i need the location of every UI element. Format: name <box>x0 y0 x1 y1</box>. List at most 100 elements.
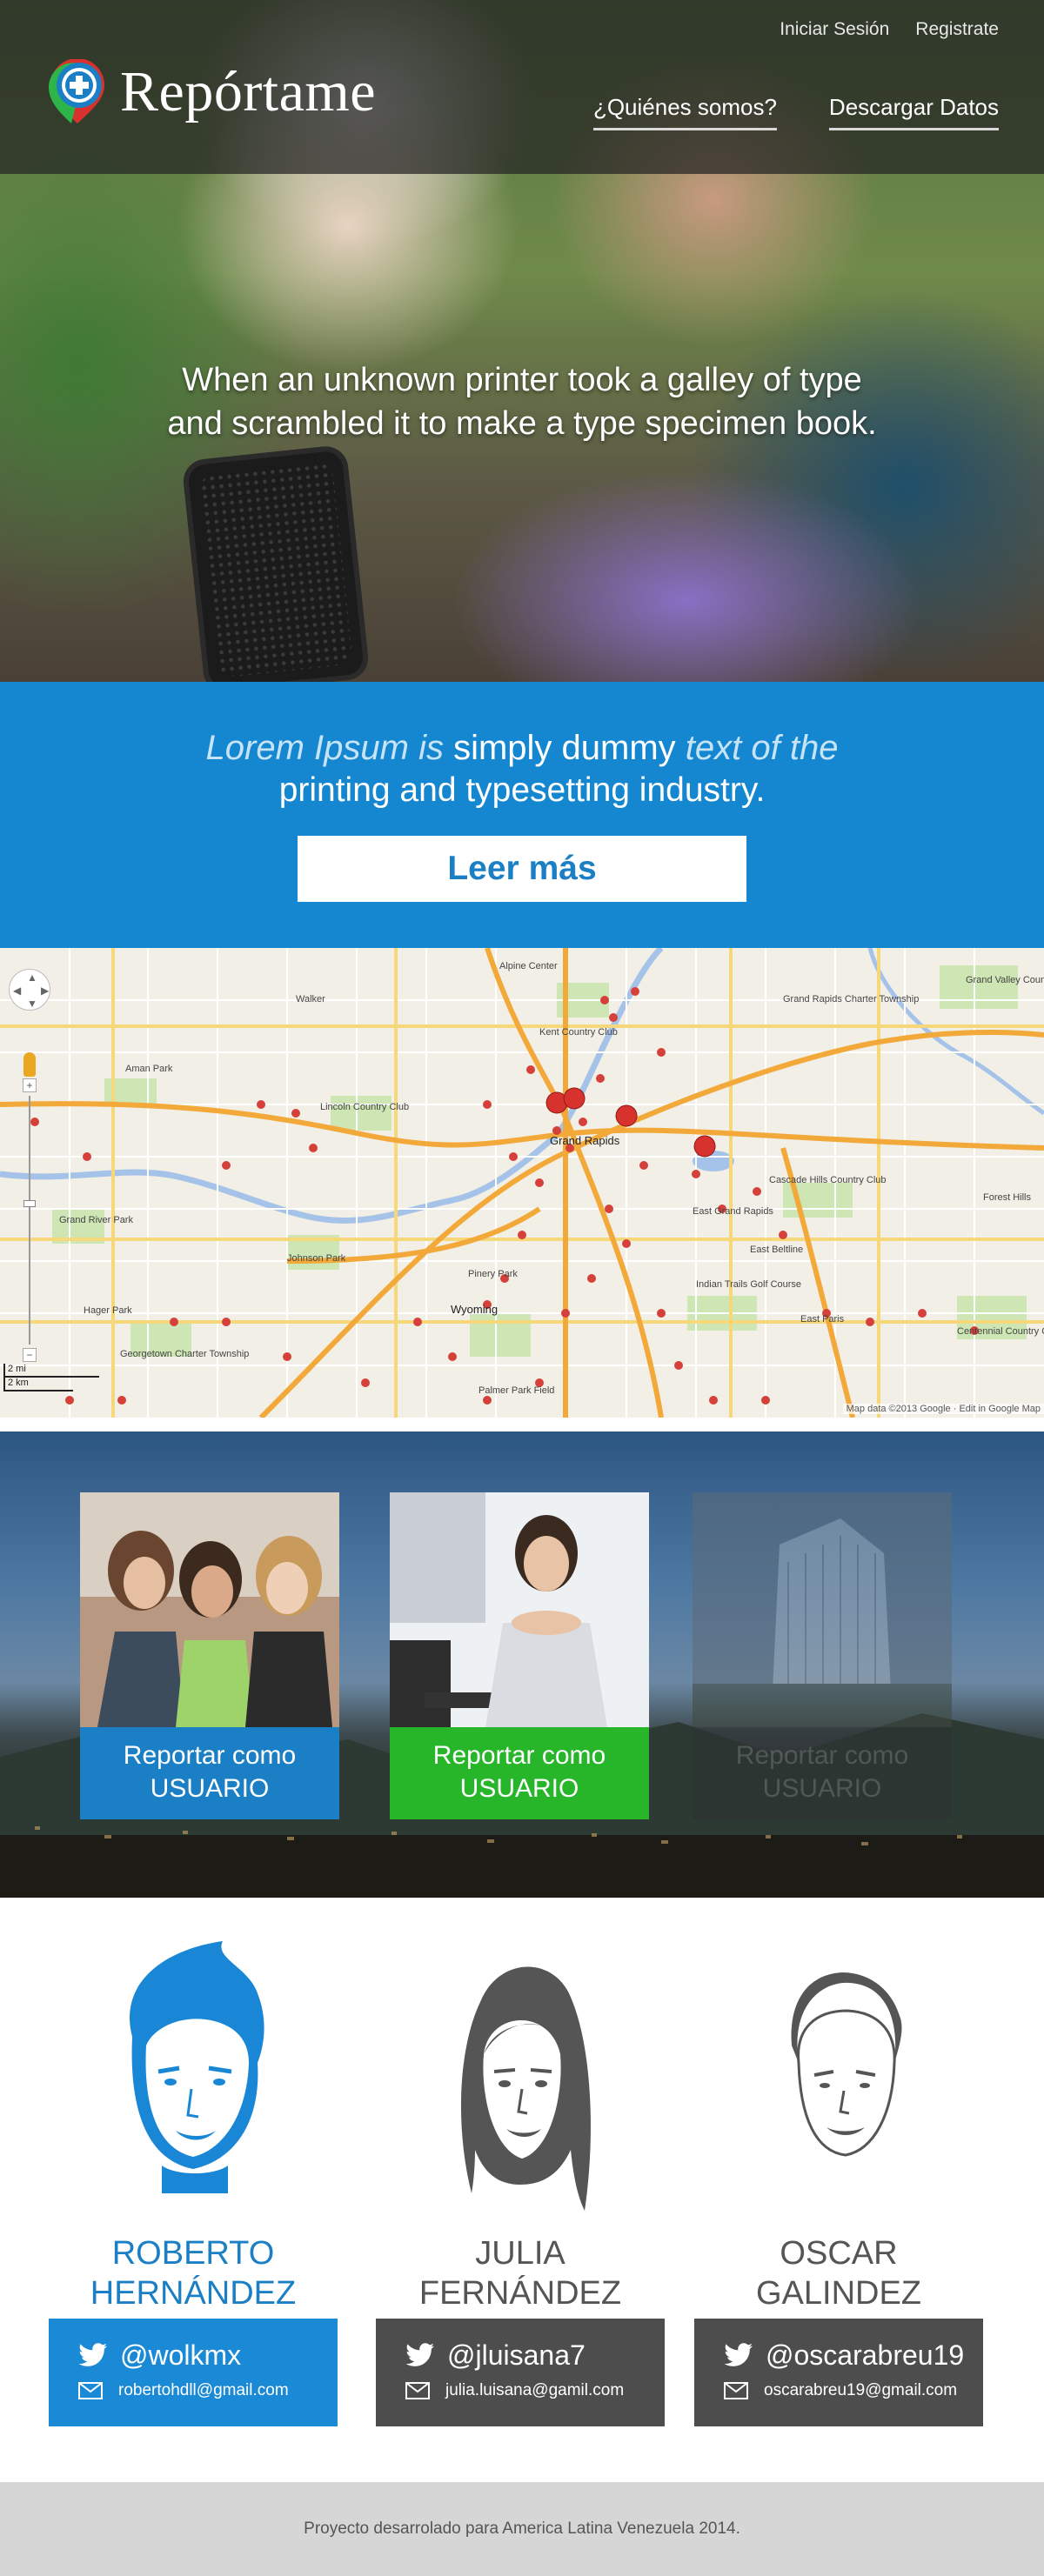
email-text: oscarabreu19@gmail.com <box>764 2381 958 2399</box>
nav-download-link[interactable]: Descargar Datos <box>828 94 999 130</box>
svg-text:Walker: Walker <box>296 994 325 1004</box>
map-attribution[interactable]: Map data ©2013 Google · Edit in Google M… <box>842 1404 1044 1414</box>
hero-phone-image <box>181 444 371 682</box>
top-navigation-bar: Repórtame Iniciar Sesión Registrate ¿Qui… <box>0 0 1044 174</box>
member-first-name: JULIA <box>475 2235 566 2272</box>
promo-line-2: printing and typesetting industry. <box>278 771 766 809</box>
roberto-portrait <box>130 1941 264 2193</box>
map-scale-mi: 2 mi <box>3 1364 99 1378</box>
member-last-name: FERNÁNDEZ <box>418 2275 622 2312</box>
logo-pin-icon <box>49 59 104 123</box>
twitter-icon <box>724 2343 753 2366</box>
svg-text:Wyoming: Wyoming <box>451 1303 498 1316</box>
report-as-user-button-1[interactable]: Reportar como USUARIO <box>80 1727 339 1819</box>
login-link[interactable]: Iniciar Sesión <box>780 19 889 40</box>
map-canvas[interactable]: Walker Grand Rapids Grand Rapids Charter… <box>0 948 1044 1418</box>
nav-about-link[interactable]: ¿Quiénes somos? <box>592 94 777 130</box>
twitter-handle-text: @jluisana7 <box>447 2339 586 2371</box>
reports-map[interactable]: Walker Grand Rapids Grand Rapids Charter… <box>0 948 1044 1418</box>
read-more-button[interactable]: Leer más <box>298 836 746 902</box>
page: Repórtame Iniciar Sesión Registrate ¿Qui… <box>0 0 1044 2576</box>
promo-band: Lorem Ipsum is simply dummy text of the … <box>0 682 1044 948</box>
email-text: julia.luisana@gamil.com <box>445 2381 625 2399</box>
brand-name: Repórtame <box>120 60 377 123</box>
promo-part-2: text of the <box>675 729 839 767</box>
member-first-name: ROBERTO <box>111 2235 275 2272</box>
svg-text:Palmer Park Field: Palmer Park Field <box>478 1385 554 1396</box>
map-zoom-control[interactable]: + − <box>23 1078 37 1365</box>
hero-line-1: When an unknown printer took a galley of… <box>182 362 862 398</box>
report-card-institution: Reportar como USUARIO <box>693 1492 952 1819</box>
svg-text:Lincoln Country Club: Lincoln Country Club <box>320 1102 409 1112</box>
businesswoman-photo <box>390 1492 649 1727</box>
member-first-name: OSCAR <box>780 2235 898 2272</box>
card-label-line2: USUARIO <box>459 1774 579 1803</box>
team-section: ROBERTO HERNÁNDEZ @wolkmx robertohdll@gm… <box>0 1898 1044 2482</box>
member-contact-box: @wolkmx robertohdll@gmail.com <box>49 2319 338 2426</box>
svg-text:East Paris: East Paris <box>800 1314 845 1325</box>
map-pan-control[interactable]: ▲ ▼ ◀ ▶ <box>9 969 50 1011</box>
report-cards-section: Reportar como USUARIO Reportar como USUA… <box>0 1418 1044 1898</box>
envelope-icon <box>78 2382 103 2399</box>
report-card-business[interactable]: Reportar como USUARIO <box>390 1492 649 1819</box>
member-contact-box: @oscarabreu19 oscarabreu19@gmail.com <box>694 2319 983 2426</box>
email-address[interactable]: robertohdll@gmail.com <box>78 2381 338 2400</box>
friends-photo <box>80 1492 339 1727</box>
promo-line-1: Lorem Ipsum is simply dummy text of the <box>0 729 1044 768</box>
account-links: Iniciar Sesión Registrate <box>780 19 999 40</box>
card-label-line2: USUARIO <box>762 1774 882 1803</box>
card-label-line1: Reportar como <box>123 1741 297 1770</box>
zoom-slider[interactable] <box>23 1096 36 1345</box>
zoom-out-button[interactable]: − <box>23 1348 37 1362</box>
member-name: JULIA FERNÁNDEZ <box>376 2233 665 2313</box>
card-label-line2: USUARIO <box>150 1774 270 1803</box>
svg-text:Aman Park: Aman Park <box>125 1064 173 1074</box>
svg-text:Alpine Center: Alpine Center <box>499 961 558 971</box>
member-name: OSCAR GALINDEZ <box>694 2233 983 2313</box>
zoom-slider-knob[interactable] <box>23 1200 36 1207</box>
brand-logo[interactable]: Repórtame <box>45 59 376 125</box>
svg-text:East Beltline: East Beltline <box>750 1245 803 1255</box>
envelope-icon <box>724 2382 748 2399</box>
twitter-handle-text: @oscarabreu19 <box>766 2339 965 2371</box>
card-label-line1: Reportar como <box>735 1741 909 1770</box>
svg-text:Indian Trails Golf Course: Indian Trails Golf Course <box>696 1279 801 1290</box>
twitter-handle[interactable]: @wolkmx <box>78 2338 338 2372</box>
email-address[interactable]: oscarabreu19@gmail.com <box>724 2381 983 2400</box>
email-address[interactable]: julia.luisana@gamil.com <box>405 2381 665 2400</box>
footer-text: Proyecto desarrolado para America Latina… <box>304 2519 740 2538</box>
svg-text:Grand Rapids: Grand Rapids <box>550 1134 620 1147</box>
svg-text:Georgetown Charter Township: Georgetown Charter Township <box>120 1349 249 1359</box>
hero-headline: When an unknown printer took a galley of… <box>0 358 1044 445</box>
twitter-handle[interactable]: @jluisana7 <box>405 2338 665 2372</box>
report-card-user[interactable]: Reportar como USUARIO <box>80 1492 339 1819</box>
twitter-handle-text: @wolkmx <box>120 2339 242 2371</box>
footer: Proyecto desarrolado para America Latina… <box>0 2482 1044 2576</box>
svg-text:Centennial Country Club: Centennial Country Club <box>957 1326 1044 1337</box>
svg-text:East Grand Rapids: East Grand Rapids <box>693 1206 773 1217</box>
street-view-pegman-icon[interactable] <box>23 1052 36 1077</box>
member-name: ROBERTO HERNÁNDEZ <box>49 2233 338 2313</box>
map-scale-km: 2 km <box>3 1378 73 1391</box>
member-last-name: GALINDEZ <box>755 2275 922 2312</box>
svg-text:Johnson Park: Johnson Park <box>287 1253 346 1264</box>
zoom-in-button[interactable]: + <box>23 1078 37 1092</box>
report-as-user-button-2[interactable]: Reportar como USUARIO <box>390 1727 649 1819</box>
hero-section: Repórtame Iniciar Sesión Registrate ¿Qui… <box>0 0 1044 682</box>
member-last-name: HERNÁNDEZ <box>90 2275 297 2312</box>
email-text: robertohdll@gmail.com <box>118 2381 289 2399</box>
svg-text:Hager Park: Hager Park <box>84 1305 132 1316</box>
svg-text:Grand River Park: Grand River Park <box>59 1215 133 1225</box>
promo-part-1: Lorem Ipsum is <box>205 729 454 767</box>
member-contact-box: @jluisana7 julia.luisana@gamil.com <box>376 2319 665 2426</box>
oscar-portrait <box>791 1972 902 2157</box>
svg-text:Kent Country Club: Kent Country Club <box>539 1027 618 1038</box>
julia-portrait <box>460 1966 591 2211</box>
svg-text:Forest Hills: Forest Hills <box>983 1192 1032 1203</box>
register-link[interactable]: Registrate <box>915 19 999 40</box>
svg-text:Cascade Hills Country Club: Cascade Hills Country Club <box>769 1175 887 1185</box>
building-photo <box>693 1492 952 1727</box>
svg-text:Grand Valley Country Club: Grand Valley Country Club <box>966 975 1044 985</box>
twitter-handle[interactable]: @oscarabreu19 <box>724 2338 983 2372</box>
twitter-icon <box>405 2343 435 2366</box>
